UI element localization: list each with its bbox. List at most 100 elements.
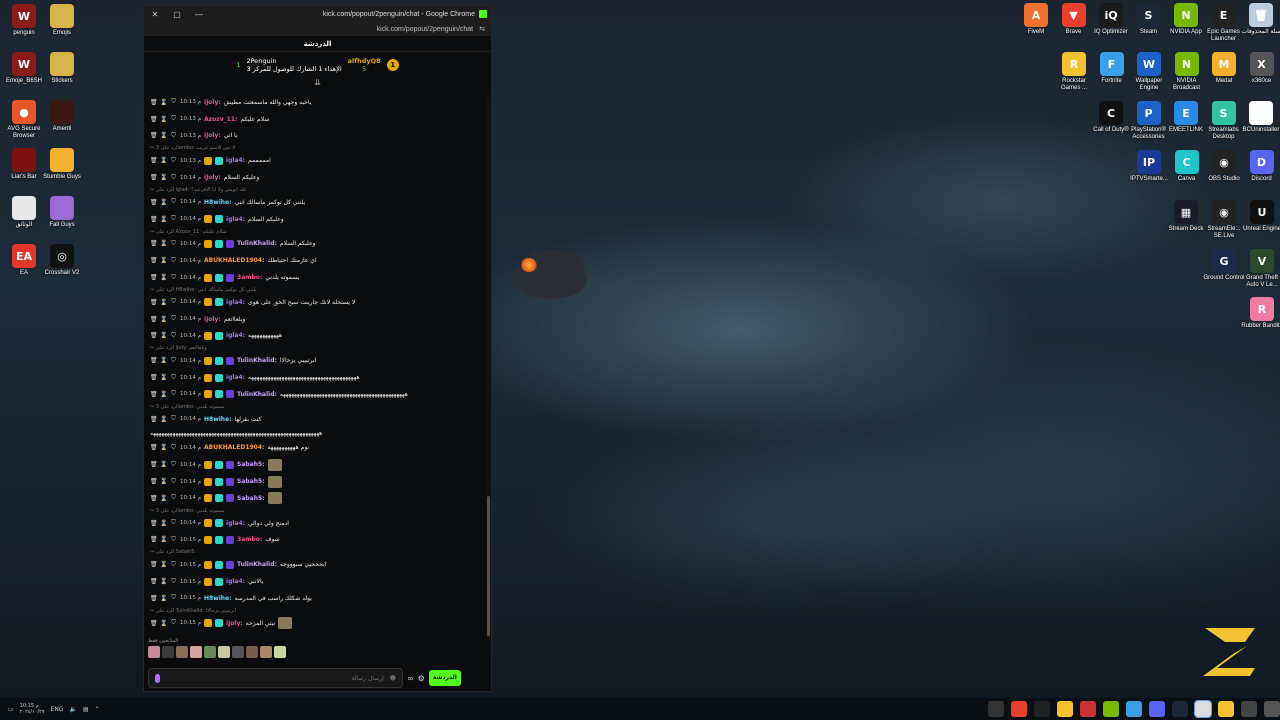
message-username[interactable]: iJoly: [204, 316, 221, 323]
message-username[interactable]: iJoly: [226, 620, 243, 627]
delete-icon[interactable]: 🗑 [150, 316, 158, 323]
recent-emote[interactable] [246, 646, 258, 658]
chat-message[interactable]: 🗑 ⌛ ⛉ 10:13 م Azozv_11: سلام عليكم [150, 111, 481, 128]
reply-context[interactable]: ↪ الرد على 3ambo: يسموته يلدني [150, 403, 481, 411]
message-username[interactable]: H8wihe: [204, 199, 232, 206]
delete-icon[interactable]: 🗑 [150, 578, 158, 585]
chat-message[interactable]: 🗑 ⌛ ⛉ 10:13 م iJoly: يا اثي [150, 128, 481, 145]
steam-icon[interactable] [1172, 701, 1188, 717]
chat-message[interactable]: 🗑 ⌛ ⛉ 10:14 م iJoly: وعليكم السلام [150, 169, 481, 186]
epic-icon[interactable] [1034, 701, 1050, 717]
ban-icon[interactable]: ⛉ [170, 478, 177, 486]
ban-icon[interactable]: ⛉ [170, 157, 177, 165]
timeout-icon[interactable]: ⌛ [160, 595, 167, 602]
chat-message[interactable]: 🗑 ⌛ ⛉ 10:14 م igla4: هههههههههههه [150, 328, 481, 345]
ban-icon[interactable]: ⛉ [170, 274, 177, 282]
reply-context[interactable]: ↪ الرد على 3ambo: لا بس الاسم غريب [150, 144, 481, 152]
network-icon[interactable]: ▤ [83, 706, 89, 713]
language-indicator[interactable]: ENG [51, 706, 64, 713]
timeout-icon[interactable]: ⌛ [160, 116, 167, 123]
delete-icon[interactable]: 🗑 [150, 478, 158, 485]
timeout-icon[interactable]: ⌛ [160, 536, 167, 543]
message-username[interactable]: TulinKhalid: [237, 240, 277, 247]
app-icon[interactable] [1080, 701, 1096, 717]
chat-message[interactable]: 🗑 ⌛ ⛉ 10:14 م H8wihe: يلتني كل توكمر ماسالك ا… [150, 194, 481, 211]
notification-icon[interactable]: ▭ [8, 706, 14, 713]
message-username[interactable]: igla4: [226, 216, 245, 223]
ban-icon[interactable]: ⛉ [170, 578, 177, 586]
ban-icon[interactable]: ⛉ [170, 357, 177, 365]
reply-context[interactable]: ↪ الرد على Azozv_11: سلام عليكم [150, 228, 481, 236]
message-username[interactable]: H8wihe: [204, 416, 232, 423]
timeout-icon[interactable]: ⌛ [160, 620, 167, 627]
message-username[interactable]: H8wihe: [204, 595, 232, 602]
timeout-icon[interactable]: ⌛ [160, 391, 167, 398]
message-username[interactable]: TulinKhalid: [237, 391, 277, 398]
delete-icon[interactable]: 🗑 [150, 595, 158, 602]
pinned-user[interactable]: alfhdyQ8 [348, 57, 381, 65]
message-username[interactable]: iJoly: [204, 99, 221, 106]
ban-icon[interactable]: ⛉ [170, 536, 177, 544]
ban-icon[interactable]: ⛉ [170, 215, 177, 223]
timeout-icon[interactable]: ⌛ [160, 157, 167, 164]
recent-emote[interactable] [274, 646, 286, 658]
timeout-icon[interactable]: ⌛ [160, 132, 167, 139]
message-username[interactable]: 3ambo: [237, 274, 262, 281]
timeout-icon[interactable]: ⌛ [160, 274, 167, 281]
delete-icon[interactable]: 🗑 [150, 416, 158, 423]
ban-icon[interactable]: ⛉ [170, 415, 177, 423]
desktop-icon-grand-theft-auto-v-le[interactable]: V Grand Theft Auto V Le... [1240, 249, 1280, 289]
address-bar[interactable]: kick.com/popout/2penguin/chat ⇆ [144, 22, 491, 36]
chat-message[interactable]: 🗑 ⌛ ⛉ 10:14 م igla4: ادمنج ولي دوالي [150, 515, 481, 532]
chat-message[interactable]: 🗑 ⌛ ⛉ 10:15 م iJoly: نيتي المزحه [150, 615, 481, 632]
timeout-icon[interactable]: ⌛ [160, 520, 167, 527]
date-time[interactable]: 10:15 م ٢٠٢٤/١٠/٢٧ [20, 703, 45, 715]
message-username[interactable]: igla4: [226, 332, 245, 339]
timeout-icon[interactable]: ⌛ [160, 316, 167, 323]
ban-icon[interactable]: ⛉ [170, 298, 177, 306]
timeout-icon[interactable]: ⌛ [160, 216, 167, 223]
mic-icon[interactable] [155, 673, 160, 683]
timeout-icon[interactable]: ⌛ [160, 240, 167, 247]
delete-icon[interactable]: 🗑 [150, 536, 158, 543]
minimize-icon[interactable]: — [188, 10, 210, 19]
timeout-icon[interactable]: ⌛ [160, 561, 167, 568]
recent-emote[interactable] [176, 646, 188, 658]
brave-icon[interactable] [1011, 701, 1027, 717]
delete-icon[interactable]: 🗑 [150, 461, 158, 468]
message-username[interactable]: igla4: [226, 520, 245, 527]
timeout-icon[interactable]: ⌛ [160, 357, 167, 364]
chat-message[interactable]: 🗑 ⌛ ⛉ 10:13 م igla4: امممممم [150, 152, 481, 169]
desktop-icon-stickers[interactable]: Stickers [40, 52, 84, 85]
emote-picker-icon[interactable]: ∞ [407, 674, 414, 683]
reply-context[interactable]: ↪ الرد على igla4: عله ابويش ولا انا الاق… [150, 186, 481, 194]
chat-message[interactable]: 🗑 ⌛ ⛉ 10:14 م iJoly: ويلعااتعم [150, 311, 481, 328]
recent-emote[interactable] [232, 646, 244, 658]
timeout-icon[interactable]: ⌛ [160, 495, 167, 502]
desktop-icon-emojis[interactable]: Emojis [40, 4, 84, 37]
recent-emote[interactable] [148, 646, 160, 658]
reply-context[interactable]: ↪ الرد على Sabah5: [150, 548, 481, 556]
chat-message[interactable]: 🗑 ⌛ ⛉ 10:14 م igla4: هههههههههههههههههههههههه… [150, 369, 481, 386]
delete-icon[interactable]: 🗑 [150, 132, 158, 139]
chat-message[interactable]: 🗑 ⌛ ⛉ 10:14 م Sabah5: [150, 456, 481, 473]
timeout-icon[interactable]: ⌛ [160, 299, 167, 306]
desktop-icon-discord[interactable]: D Discord [1240, 150, 1280, 183]
message-username[interactable]: ABUKHALED1904: [204, 444, 264, 451]
delete-icon[interactable]: 🗑 [150, 157, 158, 164]
chat-message[interactable]: 🗑 ⌛ ⛉ 10:14 م TulinKhalid: وعليكم السلام [150, 236, 481, 253]
ban-icon[interactable]: ⛉ [170, 115, 177, 123]
timeout-icon[interactable]: ⌛ [160, 332, 167, 339]
close-icon[interactable]: ✕ [144, 10, 166, 19]
timeout-icon[interactable]: ⌛ [160, 99, 167, 106]
message-username[interactable]: Sabah5: [237, 461, 265, 468]
recent-emote[interactable] [260, 646, 272, 658]
collapse-pinned-icon[interactable]: ⇊ [144, 78, 491, 88]
ban-icon[interactable]: ⛉ [170, 257, 177, 265]
timeout-icon[interactable]: ⌛ [160, 174, 167, 181]
ban-icon[interactable]: ⛉ [170, 315, 177, 323]
tray-expand-icon[interactable]: ⌃ [95, 706, 100, 713]
delete-icon[interactable]: 🗑 [150, 257, 158, 264]
ban-icon[interactable]: ⛉ [170, 561, 177, 569]
nvidia-broadcast-icon[interactable] [1103, 701, 1119, 717]
